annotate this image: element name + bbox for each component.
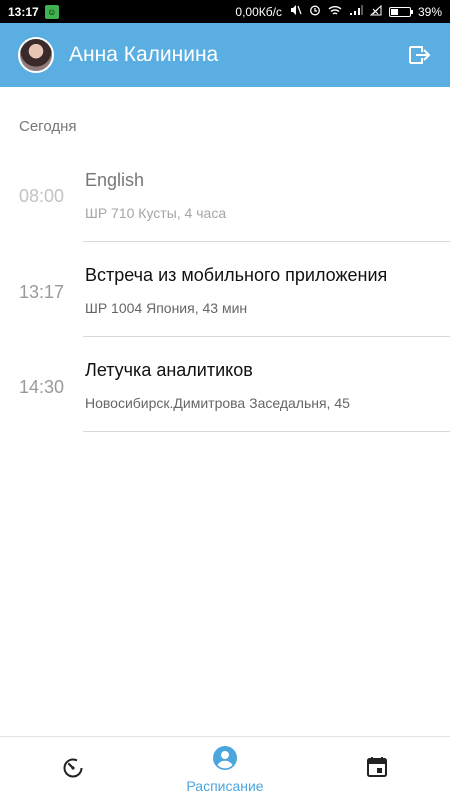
alarm-icon xyxy=(309,4,321,19)
event-item[interactable]: 08:00 English ШР 710 Кусты, 4 часа xyxy=(0,146,450,242)
avatar[interactable] xyxy=(18,37,54,73)
event-time: 14:30 xyxy=(19,377,65,397)
calendar-icon xyxy=(365,755,389,784)
section-title-today: Сегодня xyxy=(19,118,77,135)
battery-icon xyxy=(388,6,413,17)
nav-item-schedule[interactable]: Расписание xyxy=(165,737,285,800)
signal-icon xyxy=(349,4,363,19)
app-header: Анна Калинина xyxy=(0,23,450,87)
event-title: English xyxy=(85,170,145,190)
divider xyxy=(83,431,450,432)
event-location: ШР 710 Кусты, 4 часа xyxy=(85,205,227,221)
event-location: ШР 1004 Япония, 43 мин xyxy=(85,300,248,316)
status-time: 13:17 xyxy=(8,4,39,19)
nav-label-schedule: Расписание xyxy=(186,777,264,794)
logout-icon[interactable] xyxy=(406,42,432,68)
battery-percent: 39% xyxy=(417,4,442,19)
account-circle-icon xyxy=(212,745,238,776)
user-name: Анна Калинина xyxy=(69,43,219,66)
event-title: Летучка аналитиков xyxy=(85,360,253,380)
network-speed: 0,00Кб/с xyxy=(235,4,282,19)
event-item[interactable]: 13:17 Встреча из мобильного приложения Ш… xyxy=(0,242,450,337)
event-time: 08:00 xyxy=(19,186,65,206)
mute-icon xyxy=(289,4,302,19)
event-time: 13:17 xyxy=(19,282,65,302)
timer-icon xyxy=(61,755,85,784)
status-bar: 13:17 ☺ 0,00Кб/с 39% xyxy=(0,0,450,23)
bottom-navigation: Расписание xyxy=(0,736,450,800)
status-right: 0,00Кб/с 39% xyxy=(235,4,442,19)
no-signal-icon xyxy=(369,4,382,19)
event-location: Новосибирск.Димитрова Заседальня, 45 xyxy=(85,395,350,411)
event-title: Встреча из мобильного приложения xyxy=(85,265,388,285)
wifi-icon xyxy=(328,5,342,19)
event-item[interactable]: 14:30 Летучка аналитиков Новосибирск.Дим… xyxy=(0,337,450,432)
nav-item-calendar[interactable] xyxy=(352,737,402,800)
nav-item-timer[interactable] xyxy=(48,737,98,800)
notification-icon: ☺ xyxy=(44,4,59,19)
